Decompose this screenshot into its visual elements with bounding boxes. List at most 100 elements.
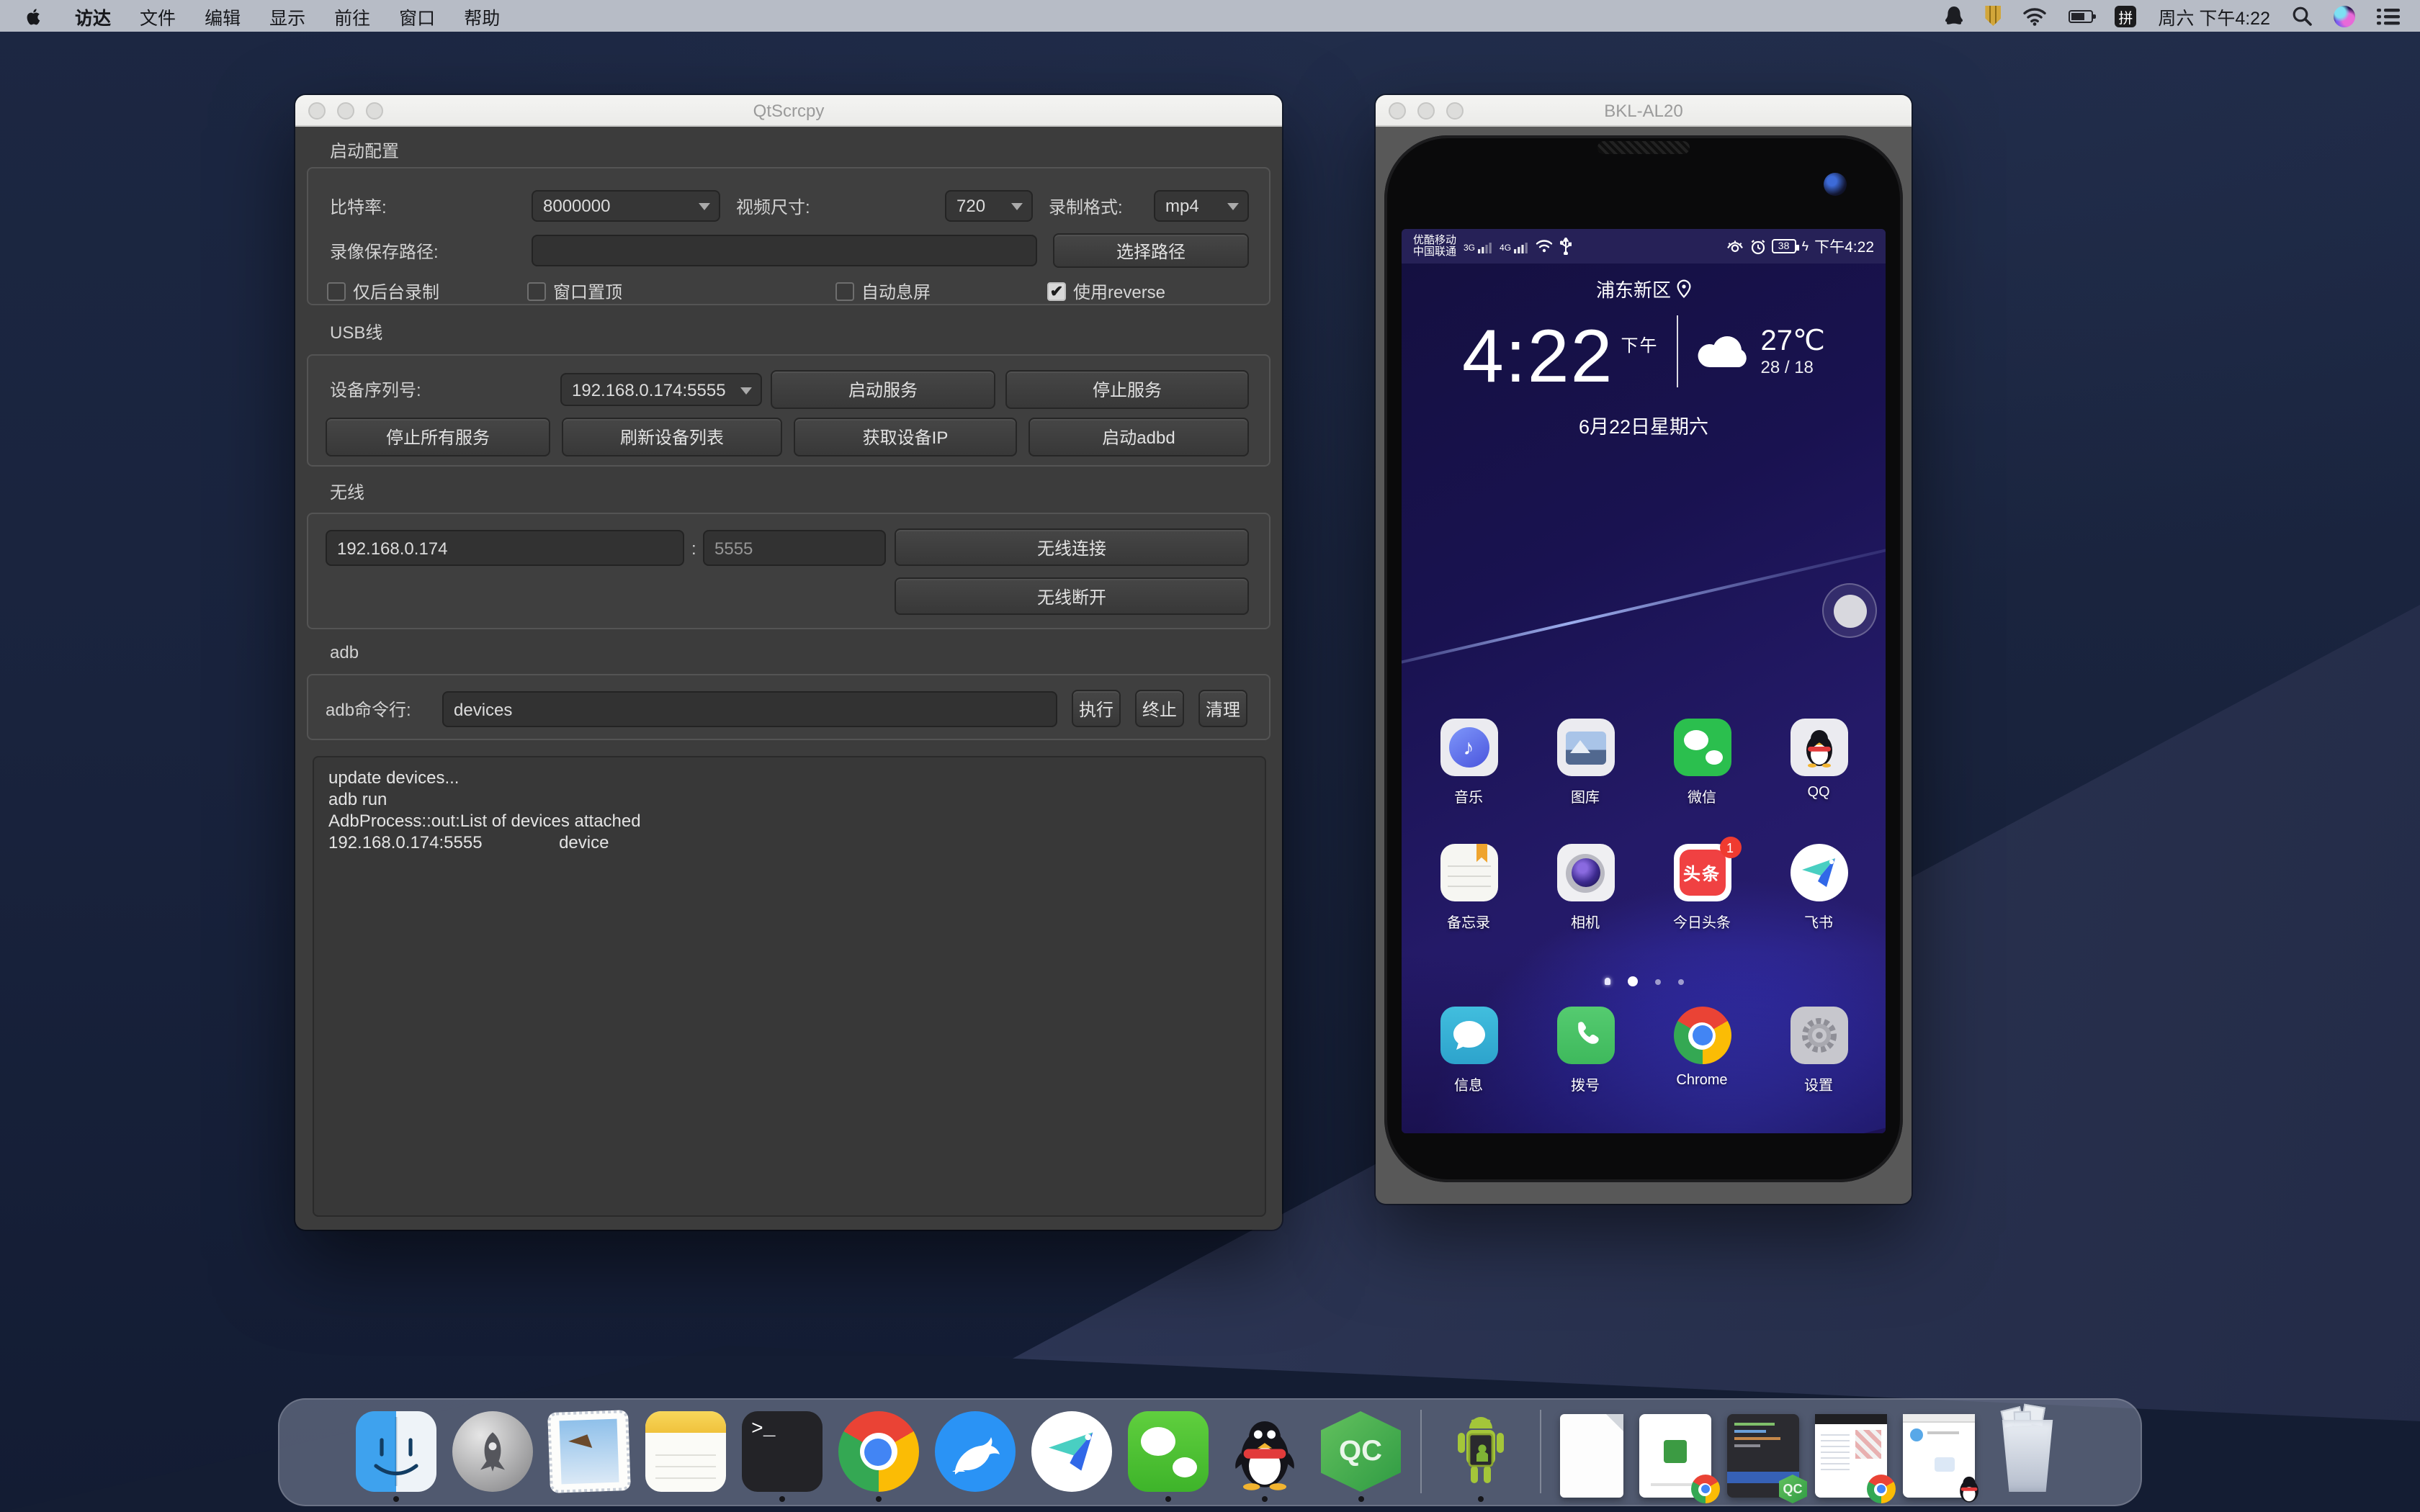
adb-clear-button[interactable]: 清理	[1198, 690, 1247, 727]
menu-file[interactable]: 文件	[125, 2, 190, 30]
app-gallery[interactable]: 图库	[1533, 719, 1637, 806]
zoom-button[interactable]	[366, 102, 383, 119]
notes-app-icon[interactable]	[1440, 844, 1497, 901]
app-chrome[interactable]: Chrome	[1650, 1007, 1754, 1094]
siri-icon[interactable]	[2334, 5, 2355, 27]
dock-feishu[interactable]	[1031, 1411, 1111, 1492]
input-method-menubar-icon[interactable]: 拼	[2115, 5, 2136, 27]
dialer-app-icon[interactable]	[1556, 1007, 1614, 1064]
wireless-connect-button[interactable]: 无线连接	[895, 528, 1249, 566]
spotlight-icon[interactable]	[2292, 6, 2312, 26]
start-service-button[interactable]: 启动服务	[771, 370, 995, 409]
dock-launchpad[interactable]	[452, 1411, 532, 1492]
qq-app-icon[interactable]	[1790, 719, 1847, 776]
dock-chrome[interactable]	[838, 1411, 918, 1492]
adb-command-input[interactable]	[442, 691, 1057, 727]
menu-window[interactable]: 窗口	[385, 2, 449, 30]
location-row[interactable]: 浦东新区	[1596, 275, 1691, 302]
app-messages[interactable]: 信息	[1417, 1007, 1520, 1094]
menu-finder[interactable]: 访达	[60, 2, 125, 30]
menubar-clock[interactable]: 周六 下午4:22	[2158, 2, 2270, 30]
app-camera[interactable]: 相机	[1533, 844, 1637, 932]
auto-screen-off-checkbox[interactable]: 自动息屏	[835, 279, 931, 304]
checkbox-box[interactable]	[835, 282, 854, 301]
get-device-ip-button[interactable]: 获取设备IP	[794, 418, 1017, 456]
adb-kill-button[interactable]: 终止	[1135, 690, 1184, 727]
dock-sealion-app[interactable]	[934, 1411, 1015, 1492]
choose-path-button[interactable]: 选择路径	[1053, 233, 1249, 268]
dock-minimized-window-2[interactable]: QC	[1726, 1414, 1798, 1492]
background-record-checkbox[interactable]: 仅后台录制	[327, 279, 439, 304]
notification-center-icon[interactable]	[2377, 6, 2400, 25]
phone-screen[interactable]: 优酷移动 中国联通 3G 4G	[1402, 229, 1886, 1133]
dock-qq[interactable]	[1224, 1411, 1304, 1492]
chrome-app-icon[interactable]	[1673, 1007, 1731, 1064]
zoom-button[interactable]	[1446, 102, 1464, 119]
dock-qtcreator[interactable]: QC	[1320, 1411, 1401, 1492]
app-feishu[interactable]: 飞书	[1767, 844, 1870, 932]
minimize-button[interactable]	[1417, 102, 1435, 119]
dock-terminal[interactable]: >_	[741, 1411, 822, 1492]
phone-window-titlebar[interactable]: BKL-AL20	[1376, 95, 1912, 127]
camera-app-icon[interactable]	[1556, 844, 1614, 901]
dock-minimized-window-1[interactable]	[1639, 1414, 1711, 1492]
menu-edit[interactable]: 编辑	[190, 2, 255, 30]
widget-weather[interactable]: 27℃ 28 / 18	[1698, 325, 1825, 378]
wireless-disconnect-button[interactable]: 无线断开	[895, 577, 1249, 615]
feishu-app-icon[interactable]	[1790, 844, 1847, 901]
assistive-touch-ball[interactable]	[1822, 583, 1877, 638]
use-reverse-checkbox[interactable]: ✔ 使用reverse	[1047, 279, 1165, 304]
stop-service-button[interactable]: 停止服务	[1005, 370, 1249, 409]
dock-mail[interactable]	[548, 1411, 629, 1492]
checkbox-box[interactable]	[327, 282, 346, 301]
dock-notes[interactable]	[645, 1411, 725, 1492]
music-app-icon[interactable]: ♪	[1440, 719, 1497, 776]
video-size-combo[interactable]: 720	[945, 190, 1033, 222]
gallery-app-icon[interactable]	[1556, 719, 1614, 776]
serial-combo[interactable]: 192.168.0.174:5555	[560, 373, 762, 406]
wifi-menubar-icon[interactable]	[2022, 6, 2047, 25]
dock-finder[interactable]	[355, 1411, 436, 1492]
clock-weather-widget[interactable]: 浦东新区 4:22 下午 27	[1402, 275, 1886, 439]
adb-run-button[interactable]: 执行	[1072, 690, 1121, 727]
dock-scrcpy-android[interactable]	[1440, 1411, 1520, 1492]
wechat-app-icon[interactable]	[1673, 719, 1731, 776]
app-qq[interactable]: QQ	[1767, 719, 1870, 806]
app-toutiao[interactable]: 1 头条 今日头条	[1650, 844, 1754, 932]
menu-view[interactable]: 显示	[255, 2, 320, 30]
wireless-port-input[interactable]	[703, 530, 886, 566]
app-notes[interactable]: 备忘录	[1417, 844, 1520, 932]
messages-app-icon[interactable]	[1440, 1007, 1497, 1064]
app-wechat[interactable]: 微信	[1650, 719, 1754, 806]
qtscrcpy-titlebar[interactable]: QtScrcpy	[295, 95, 1282, 127]
close-button[interactable]	[1389, 102, 1406, 119]
settings-app-icon[interactable]	[1790, 1007, 1847, 1064]
refresh-devices-button[interactable]: 刷新设备列表	[562, 418, 782, 456]
wireless-ip-input[interactable]	[326, 530, 684, 566]
widget-time[interactable]: 4:22 下午	[1462, 305, 1658, 397]
battery-menubar-icon[interactable]	[2069, 9, 2093, 22]
dock-minimized-window-3[interactable]	[1814, 1414, 1886, 1492]
dock-document-stack[interactable]	[1559, 1414, 1623, 1492]
qq-menubar-icon[interactable]	[1945, 5, 1963, 27]
checkbox-box-checked[interactable]: ✔	[1047, 282, 1066, 301]
record-format-combo[interactable]: mp4	[1154, 190, 1249, 222]
close-button[interactable]	[308, 102, 326, 119]
app-music[interactable]: ♪ 音乐	[1417, 719, 1520, 806]
menu-go[interactable]: 前往	[320, 2, 385, 30]
always-on-top-checkbox[interactable]: 窗口置顶	[527, 279, 622, 304]
dock-wechat[interactable]	[1127, 1411, 1208, 1492]
start-adbd-button[interactable]: 启动adbd	[1028, 418, 1249, 456]
apple-menu-icon[interactable]	[23, 5, 43, 27]
bitrate-combo[interactable]: 8000000	[532, 190, 720, 222]
app-settings[interactable]: 设置	[1767, 1007, 1870, 1094]
menu-help[interactable]: 帮助	[449, 2, 514, 30]
record-path-input[interactable]	[532, 235, 1037, 266]
app-dialer[interactable]: 拨号	[1533, 1007, 1637, 1094]
adb-log-output[interactable]: update devices... adb run AdbProcess::ou…	[313, 756, 1266, 1217]
dock-trash[interactable]	[1990, 1408, 2065, 1492]
checkbox-box[interactable]	[527, 282, 546, 301]
dock-minimized-window-4[interactable]	[1902, 1414, 1974, 1492]
stop-all-services-button[interactable]: 停止所有服务	[326, 418, 550, 456]
shield-menubar-icon[interactable]	[1985, 6, 2001, 26]
